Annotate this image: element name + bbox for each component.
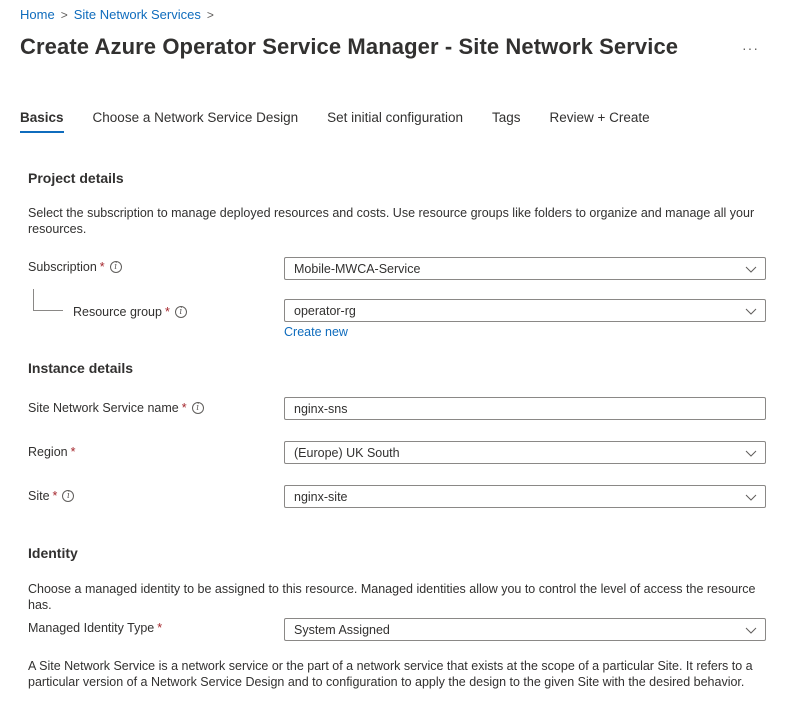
site-network-service-name-input[interactable]: nginx-sns [284,397,766,420]
instance-details-heading: Instance details [28,360,134,376]
site-value: nginx-site [294,489,348,504]
managed-identity-type-value: System Assigned [294,622,390,637]
region-label: Region * [28,445,76,459]
required-marker: * [52,489,58,503]
tab-tags[interactable]: Tags [492,110,521,133]
page-title: Create Azure Operator Service Manager - … [20,34,679,59]
breadcrumb-site-network-services-link[interactable]: Site Network Services [74,7,201,22]
site-dropdown[interactable]: nginx-site [284,485,766,508]
tab-set-initial-configuration[interactable]: Set initial configuration [327,110,463,133]
chevron-down-icon [745,450,757,457]
identity-heading: Identity [28,545,78,561]
site-network-service-name-label-text: Site Network Service name [28,401,179,415]
required-marker: * [70,445,76,459]
required-marker: * [157,621,163,635]
resource-group-label: Resource group * i [73,305,187,319]
tree-connector [33,289,63,311]
project-details-heading: Project details [28,170,124,186]
create-new-resource-group-link[interactable]: Create new [284,325,348,339]
breadcrumb-separator: > [60,7,68,22]
more-options-button[interactable]: ··· [742,40,759,56]
site-network-service-name-label: Site Network Service name * i [28,401,204,415]
managed-identity-type-label-text: Managed Identity Type [28,621,155,635]
chevron-down-icon [745,266,757,273]
region-label-text: Region [28,445,68,459]
resource-group-value: operator-rg [294,303,356,318]
breadcrumb: Home > Site Network Services > [20,7,220,22]
resource-group-dropdown[interactable]: operator-rg [284,299,766,322]
site-network-service-name-value: nginx-sns [294,401,348,416]
tab-bar: Basics Choose a Network Service Design S… [20,110,679,133]
subscription-value: Mobile-MWCA-Service [294,261,421,276]
breadcrumb-home-link[interactable]: Home [20,7,55,22]
resource-group-label-text: Resource group [73,305,162,319]
subscription-dropdown[interactable]: Mobile-MWCA-Service [284,257,766,280]
site-label: Site * i [28,489,75,503]
site-label-text: Site [28,489,50,503]
info-icon[interactable]: i [174,306,187,318]
tab-choose-network-service-design[interactable]: Choose a Network Service Design [93,110,299,133]
tab-review-create[interactable]: Review + Create [550,110,650,133]
required-marker: * [164,305,170,319]
site-network-service-note: A Site Network Service is a network serv… [28,659,753,689]
tab-basics[interactable]: Basics [20,110,64,133]
chevron-down-icon [745,494,757,501]
managed-identity-type-label: Managed Identity Type * [28,621,162,635]
chevron-down-icon [745,308,757,315]
identity-description: Choose a managed identity to be assigned… [28,582,756,612]
subscription-label: Subscription * i [28,260,122,274]
info-icon[interactable]: i [109,261,122,273]
required-marker: * [99,260,105,274]
info-icon[interactable]: i [191,402,204,414]
chevron-down-icon [745,627,757,634]
managed-identity-type-dropdown[interactable]: System Assigned [284,618,766,641]
region-value: (Europe) UK South [294,445,400,460]
project-details-description: Select the subscription to manage deploy… [28,206,755,236]
required-marker: * [181,401,187,415]
info-icon[interactable]: i [62,490,75,502]
subscription-label-text: Subscription [28,260,97,274]
breadcrumb-separator: > [206,7,214,22]
region-dropdown[interactable]: (Europe) UK South [284,441,766,464]
